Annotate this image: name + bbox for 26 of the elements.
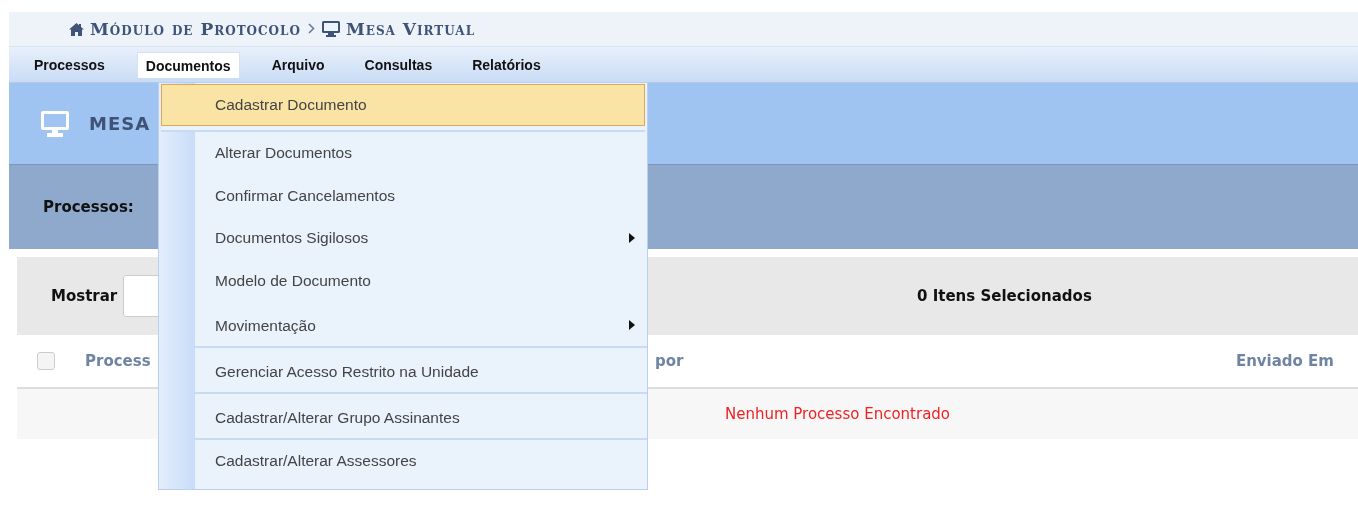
caret-icon [629, 233, 635, 244]
menu-item[interactable]: Relatórios [464, 52, 549, 77]
show-label: Mostrar [51, 287, 118, 305]
breadcrumb-link[interactable]: Módulo de Protocolo [90, 19, 301, 39]
menu-item[interactable]: Documentos Sigilosos [159, 217, 647, 260]
menu-item[interactable]: Alterar Documentos [159, 132, 647, 175]
column-header[interactable]: Enviado Em [1235, 352, 1334, 370]
monitor-icon [321, 21, 340, 37]
menu-item[interactable]: Consultas [356, 52, 441, 77]
breadcrumb-link[interactable]: Mesa Virtual [345, 19, 476, 39]
menu-item[interactable]: Processos [26, 52, 113, 77]
menu-item[interactable]: Arquivo [263, 52, 333, 77]
menu-item[interactable]: Modelo de Documento [159, 259, 647, 302]
menu-item[interactable]: Documentos [136, 51, 240, 78]
caret-icon [629, 320, 635, 330]
filter-label: Processos: [43, 198, 134, 216]
column-header[interactable]: Process [85, 352, 151, 370]
selection-count: 0 Itens Selecionados [917, 287, 1092, 305]
home-icon [69, 22, 84, 36]
menu-item[interactable]: Confirmar Cancelamentos [159, 174, 647, 217]
empty-message: Nenhum Processo Encontrado [724, 405, 951, 423]
select-all-checkbox[interactable] [37, 352, 55, 370]
page-title: MESA [89, 113, 151, 134]
menu-item[interactable]: Cadastrar/Alterar Assessores [159, 440, 647, 483]
monitor-icon [41, 110, 69, 137]
column-header[interactable]: por [655, 352, 684, 370]
